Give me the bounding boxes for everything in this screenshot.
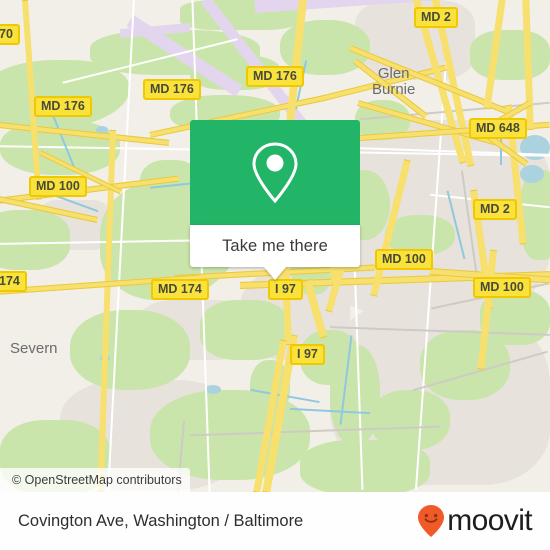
place-label: Severn [10, 340, 58, 357]
take-me-there-button[interactable]: Take me there [190, 225, 360, 267]
footer-bar: Covington Ave, Washington / Baltimore mo… [0, 492, 550, 550]
road-shield: 174 [0, 271, 27, 292]
map-pin-icon [252, 141, 298, 203]
road-shield: MD 176 [246, 66, 304, 87]
map-screenshot: 70 MD 176 MD 176 MD 176 MD 2 MD 648 MD 2 MD 100… [0, 0, 550, 550]
road-shield: MD 648 [469, 118, 527, 139]
place-label: Glen Burnie [372, 65, 416, 98]
callout-image-panel [190, 120, 360, 225]
moovit-logo[interactable]: moovit [416, 504, 533, 538]
road-shield: I 97 [290, 344, 325, 365]
road-shield: MD 2 [473, 199, 517, 220]
road-shield: 70 [0, 24, 20, 45]
osm-attribution[interactable]: © OpenStreetMap contributors [0, 468, 190, 492]
road-shield: MD 174 [151, 279, 209, 300]
road-shield: MD 100 [473, 277, 531, 298]
map-canvas[interactable]: 70 MD 176 MD 176 MD 176 MD 2 MD 648 MD 2 MD 100… [0, 0, 550, 492]
road-shield: MD 176 [34, 96, 92, 117]
road-shield: MD 100 [375, 249, 433, 270]
moovit-wordmark: moovit [447, 504, 532, 537]
road-shield: I 97 [268, 279, 303, 300]
address-label: Covington Ave, Washington / Baltimore [18, 511, 304, 530]
take-me-there-label: Take me there [222, 236, 328, 255]
callout-pointer [264, 267, 286, 280]
footer-content: Covington Ave, Washington / Baltimore mo… [0, 492, 550, 550]
road-shield: MD 176 [143, 79, 201, 100]
road-shield: MD 2 [414, 7, 458, 28]
location-callout[interactable]: Take me there [190, 120, 360, 280]
road-shield: MD 100 [29, 176, 87, 197]
moovit-pin-smiley-icon [418, 505, 445, 537]
